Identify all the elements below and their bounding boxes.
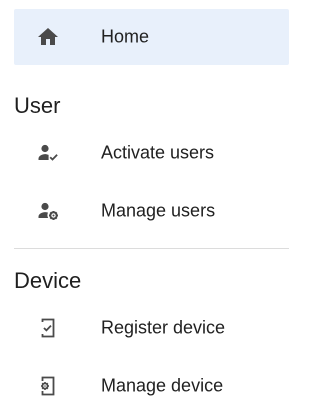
user-check-icon bbox=[34, 139, 62, 167]
section-title-device: Device bbox=[14, 268, 82, 293]
device-check-icon bbox=[34, 314, 62, 342]
side-navigation: Home User Activate users Manage users De… bbox=[0, 0, 300, 412]
nav-item-register-device[interactable]: Register device bbox=[14, 300, 289, 356]
device-gear-icon bbox=[34, 372, 62, 400]
nav-item-manage-device[interactable]: Manage device bbox=[14, 358, 289, 414]
nav-item-manage-device-label: Manage device bbox=[101, 375, 224, 396]
nav-item-register-device-label: Register device bbox=[101, 317, 226, 338]
nav-item-home[interactable]: Home bbox=[14, 9, 289, 65]
nav-item-activate-users-label: Activate users bbox=[101, 142, 215, 163]
user-gear-icon bbox=[34, 197, 62, 225]
section-title-user: User bbox=[14, 93, 61, 118]
nav-item-manage-users[interactable]: Manage users bbox=[14, 183, 289, 239]
nav-item-activate-users[interactable]: Activate users bbox=[14, 125, 289, 181]
nav-item-home-label: Home bbox=[101, 26, 150, 47]
home-icon bbox=[34, 23, 62, 51]
nav-item-manage-users-label: Manage users bbox=[101, 200, 216, 221]
section-divider bbox=[14, 248, 289, 249]
